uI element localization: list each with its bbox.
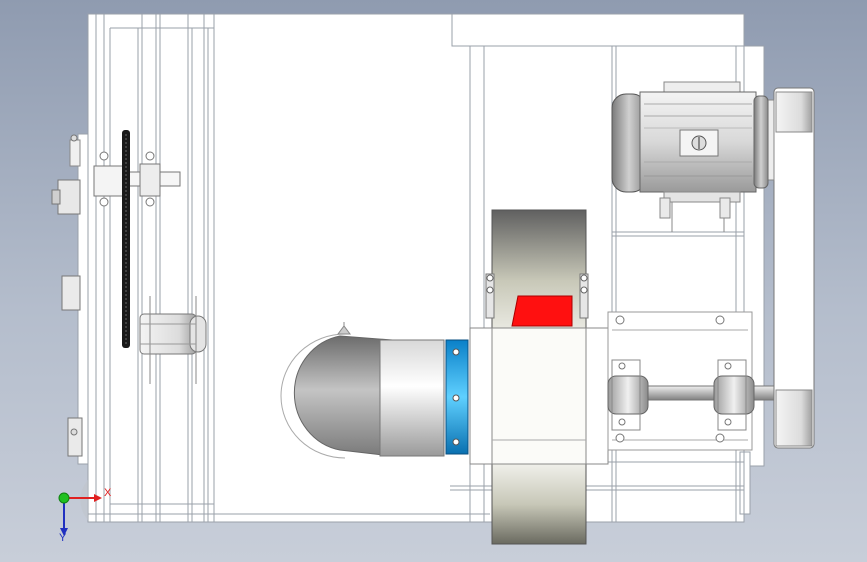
z-axis-dot — [58, 492, 70, 504]
shaft-assembly[interactable] — [607, 311, 777, 451]
x-axis-label: X — [104, 487, 112, 499]
right-bottom-plate — [739, 451, 751, 515]
inlet-straight-pipe[interactable] — [379, 339, 445, 457]
fan-volute-bottom[interactable] — [491, 463, 587, 545]
fan-blade-accent — [511, 295, 573, 327]
cad-viewport[interactable]: X Y — [0, 0, 867, 562]
y-axis-label: Y — [59, 532, 67, 544]
main-shaft[interactable] — [639, 385, 777, 401]
lower-pulley[interactable] — [139, 313, 197, 355]
bearing-right[interactable] — [713, 375, 755, 415]
assembly-drawing[interactable] — [0, 0, 867, 562]
bearing-left[interactable] — [607, 375, 649, 415]
top-right-plate — [451, 13, 745, 47]
